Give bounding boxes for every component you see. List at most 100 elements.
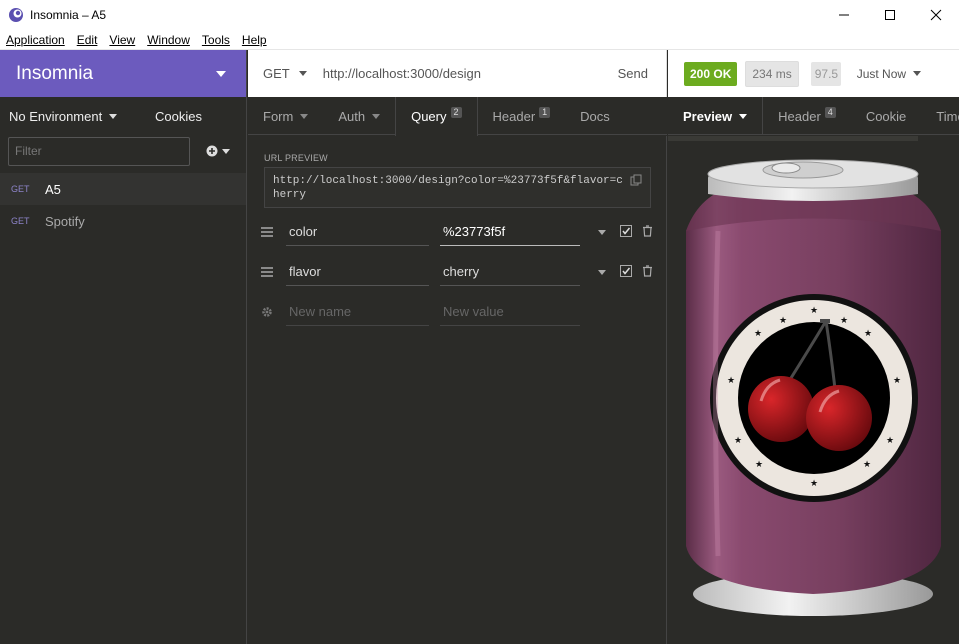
url-input[interactable]: http://localhost:3000/design — [323, 66, 481, 81]
plus-circle-icon — [206, 145, 218, 157]
response-tabs: Preview Header 4 Cookie Timeline — [668, 97, 959, 135]
menu-edit[interactable]: Edit — [77, 33, 98, 47]
filter-input[interactable] — [8, 136, 190, 166]
chevron-down-icon — [109, 113, 118, 119]
tab-label: Header — [778, 108, 821, 124]
chevron-down-icon — [216, 70, 226, 77]
url-preview: http://localhost:3000/design?color=%2377… — [264, 167, 651, 208]
checkbox-checked-icon[interactable] — [620, 264, 632, 280]
param-name-input[interactable]: flavor — [286, 258, 429, 286]
tab-response-header[interactable]: Header 4 — [763, 97, 851, 134]
chevron-down-icon — [298, 71, 307, 76]
tab-label: Form — [263, 108, 294, 124]
minimize-button[interactable] — [821, 0, 867, 30]
sidebar-item-a5[interactable]: GET A5 — [0, 173, 246, 205]
tab-label: Auth — [338, 108, 366, 124]
maximize-button[interactable] — [867, 0, 913, 30]
svg-text:★: ★ — [886, 436, 894, 446]
param-value-input[interactable]: cherry — [440, 258, 580, 286]
checkbox-checked-icon[interactable] — [620, 224, 632, 240]
new-param-row: New name New value — [248, 292, 667, 332]
chevron-down-icon — [913, 71, 922, 76]
svg-text:★: ★ — [864, 329, 872, 339]
tab-label: Query — [411, 109, 447, 124]
tab-label: Timeline — [936, 108, 959, 124]
chevron-down-icon[interactable] — [598, 229, 606, 235]
chevron-down-icon — [739, 114, 748, 119]
workspace-menu[interactable]: Insomnia — [0, 50, 246, 97]
svg-text:★: ★ — [863, 460, 871, 470]
tab-label: Docs — [580, 108, 610, 124]
history-dropdown[interactable]: Just Now — [856, 66, 922, 81]
query-param-row: color %23773f5f — [248, 212, 667, 252]
tab-form[interactable]: Form — [248, 97, 323, 135]
environment-row: No Environment Cookies — [0, 97, 246, 135]
response-bar: 200 OK 234 ms 97.5 Just Now — [668, 50, 959, 97]
trash-icon[interactable] — [642, 264, 653, 280]
new-name-input[interactable]: New name — [286, 298, 429, 326]
gear-icon — [248, 306, 286, 318]
send-button[interactable]: Send — [618, 66, 648, 81]
menu-view[interactable]: View — [109, 33, 135, 47]
tab-cookie[interactable]: Cookie — [851, 97, 921, 134]
count-badge: 2 — [450, 107, 462, 118]
menu-window[interactable]: Window — [147, 33, 190, 47]
close-button[interactable] — [913, 0, 959, 30]
chevron-down-icon — [300, 113, 309, 119]
menu-bar: Application Edit View Window Tools Help — [0, 30, 959, 50]
sidebar: Insomnia No Environment Cookies GET A5 G… — [0, 50, 247, 644]
drag-handle-icon[interactable] — [248, 227, 286, 237]
environment-dropdown[interactable]: No Environment — [9, 108, 118, 124]
environment-label: No Environment — [9, 108, 103, 124]
size-badge: 97.5 — [810, 61, 841, 86]
count-badge: 4 — [824, 106, 836, 118]
menu-help[interactable]: Help — [242, 33, 267, 47]
method-dropdown[interactable]: GET — [263, 66, 307, 81]
close-icon — [930, 9, 942, 21]
request-method: GET — [11, 216, 30, 226]
tab-query[interactable]: Query 2 — [395, 97, 478, 136]
brand-title: Insomnia — [16, 62, 94, 84]
chevron-down-icon[interactable] — [598, 269, 606, 275]
copy-icon[interactable] — [630, 174, 642, 191]
tab-header[interactable]: Header 1 — [478, 97, 566, 135]
tab-preview[interactable]: Preview — [668, 97, 764, 134]
add-request-button[interactable] — [206, 145, 230, 157]
drag-handle-icon[interactable] — [248, 267, 286, 277]
soda-can-image: ★ ★ ★ ★ ★ ★ ★ ★ ★ ★ ★ ★ — [668, 136, 941, 616]
sidebar-item-spotify[interactable]: GET Spotify — [0, 205, 246, 237]
timing-badge: 234 ms — [745, 60, 799, 87]
menu-application[interactable]: Application — [6, 33, 65, 47]
svg-text:★: ★ — [734, 436, 742, 446]
svg-text:★: ★ — [755, 460, 763, 470]
query-param-row: flavor cherry — [248, 252, 667, 292]
tab-timeline[interactable]: Timeline — [921, 97, 959, 134]
param-value-input[interactable]: %23773f5f — [440, 218, 580, 246]
url-bar: GET http://localhost:3000/design Send — [248, 50, 667, 97]
svg-text:★: ★ — [810, 479, 818, 489]
tab-auth[interactable]: Auth — [323, 97, 395, 135]
count-badge: 1 — [539, 106, 551, 118]
new-value-input[interactable]: New value — [440, 298, 580, 326]
request-tabs: Form Auth Query 2 Header 1 Docs — [248, 97, 667, 136]
svg-text:★: ★ — [727, 376, 735, 386]
request-name: A5 — [45, 181, 61, 197]
menu-tools[interactable]: Tools — [202, 33, 230, 47]
param-name-input[interactable]: color — [286, 218, 429, 246]
url-preview-label: URL PREVIEW — [264, 153, 328, 163]
minimize-icon — [839, 14, 849, 16]
insomnia-logo-icon — [9, 8, 23, 22]
response-preview: ★ ★ ★ ★ ★ ★ ★ ★ ★ ★ ★ ★ — [668, 136, 959, 644]
cookies-button[interactable]: Cookies — [155, 109, 202, 124]
history-label: Just Now — [856, 66, 907, 81]
svg-text:★: ★ — [754, 329, 762, 339]
method-label: GET — [263, 66, 290, 81]
tab-docs[interactable]: Docs — [565, 97, 625, 135]
window-title: Insomnia – A5 — [30, 8, 107, 22]
chevron-down-icon — [222, 148, 230, 154]
status-badge: 200 OK — [684, 61, 738, 86]
tab-label: Cookie — [865, 108, 907, 124]
title-bar: Insomnia – A5 — [0, 0, 959, 30]
trash-icon[interactable] — [642, 224, 653, 240]
request-name: Spotify — [45, 213, 85, 229]
